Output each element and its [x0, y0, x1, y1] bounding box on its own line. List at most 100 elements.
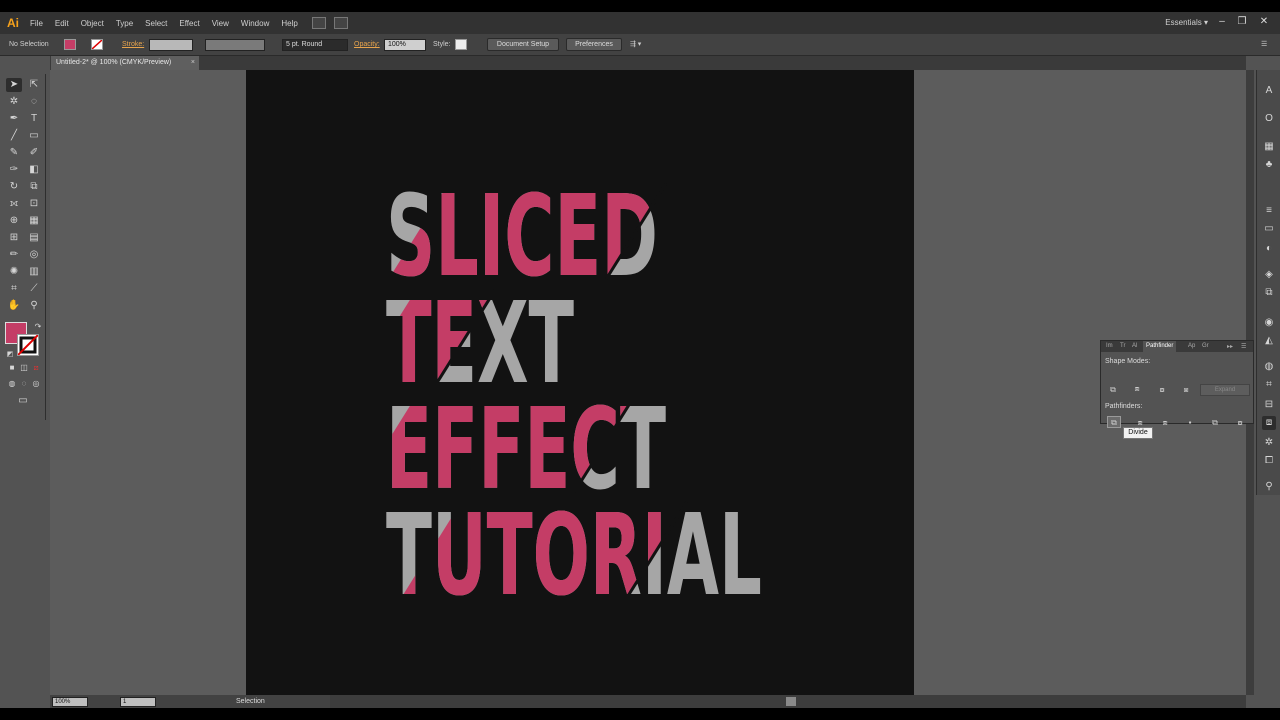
artboard-navigation-field[interactable]: 1: [120, 697, 156, 707]
hand-tool-icon[interactable]: ✋: [6, 299, 22, 313]
graphic-style-swatch[interactable]: [455, 39, 467, 50]
tab-pathfinder[interactable]: Pathfinder: [1143, 341, 1177, 352]
crop-icon[interactable]: ▪: [1183, 417, 1197, 429]
color-guide-panel-icon[interactable]: ◍: [1262, 360, 1276, 374]
variable-width-profile[interactable]: [205, 39, 265, 51]
control-panel-menu-icon[interactable]: ☰: [1261, 39, 1267, 51]
gradient-panel-icon[interactable]: ▭: [1262, 222, 1276, 236]
zoom-field[interactable]: 100%: [52, 697, 88, 707]
document-tab[interactable]: Untitled-2* @ 100% (CMYK/Preview) ×: [51, 56, 199, 70]
workspace-switcher[interactable]: Essentials ▾: [1165, 18, 1208, 27]
eraser-icon[interactable]: ◧: [26, 163, 42, 177]
tab-appearance[interactable]: Ap: [1188, 343, 1195, 349]
restore-button[interactable]: ❐: [1232, 15, 1252, 29]
tab-transform[interactable]: Tr: [1120, 343, 1125, 349]
artboard-tool-icon[interactable]: ⌗: [6, 282, 22, 296]
swatches-panel-icon[interactable]: ▦: [1262, 140, 1276, 154]
horizontal-scrollbar[interactable]: [330, 695, 1246, 708]
stroke-label[interactable]: Stroke:: [122, 39, 144, 51]
menu-edit[interactable]: Edit: [49, 19, 75, 28]
exclude-icon[interactable]: ⧆: [1179, 384, 1193, 396]
menu-help[interactable]: Help: [275, 19, 303, 28]
align-panel-icon[interactable]: ⊟: [1262, 398, 1276, 412]
minus-back-icon[interactable]: ⧇: [1233, 417, 1247, 429]
symbols-panel-icon[interactable]: ✲: [1262, 436, 1276, 450]
appearance-panel-icon[interactable]: ◉: [1262, 316, 1276, 330]
transform-panel-icon[interactable]: ⌗: [1262, 378, 1276, 392]
fill-swatch[interactable]: [64, 39, 76, 50]
merge-icon[interactable]: ⧈: [1158, 417, 1172, 429]
swap-fill-stroke-icon[interactable]: ↷: [30, 320, 46, 334]
paintbrush-icon[interactable]: ✎: [6, 146, 22, 160]
draw-inside-icon[interactable]: ◎: [28, 377, 44, 391]
horizontal-scroll-thumb[interactable]: [786, 697, 796, 706]
unite-icon[interactable]: ⧉: [1106, 384, 1120, 396]
preferences-button[interactable]: Preferences: [566, 38, 622, 51]
tab-image-trace[interactable]: Im: [1106, 343, 1113, 349]
stroke-swatch[interactable]: [91, 39, 103, 50]
expand-button[interactable]: Expand: [1200, 384, 1250, 396]
selection-tool-icon[interactable]: ➤: [6, 78, 22, 92]
symbol-sprayer-icon[interactable]: ✺: [6, 265, 22, 279]
tab-graphic-styles[interactable]: Gr: [1202, 343, 1209, 349]
close-document-icon[interactable]: ×: [191, 56, 195, 70]
menu-object[interactable]: Object: [75, 19, 110, 28]
direct-selection-tool-icon[interactable]: ⇱: [26, 78, 42, 92]
lasso-icon[interactable]: ◌: [26, 95, 42, 109]
magic-wand-icon[interactable]: ✲: [6, 95, 22, 109]
pencil-icon[interactable]: ✐: [26, 146, 42, 160]
artboards-panel-icon[interactable]: ⧉: [1262, 286, 1276, 300]
navigator-panel-icon[interactable]: ⚲: [1262, 480, 1276, 494]
menu-view[interactable]: View: [206, 19, 235, 28]
stroke-panel-icon[interactable]: ≡: [1262, 204, 1276, 218]
none-mode-icon[interactable]: ⧄: [28, 361, 44, 375]
rotate-tool-icon[interactable]: ↻: [6, 180, 22, 194]
rectangle-tool-icon[interactable]: ▭: [26, 129, 42, 143]
graphic-styles-panel-icon[interactable]: ◭: [1262, 334, 1276, 348]
pen-tool-icon[interactable]: ✒: [6, 112, 22, 126]
free-transform-icon[interactable]: ⊡: [26, 197, 42, 211]
menu-select[interactable]: Select: [139, 19, 173, 28]
layers-panel-icon[interactable]: ◈: [1262, 268, 1276, 282]
tab-align[interactable]: Al: [1132, 343, 1137, 349]
graph-tool-icon[interactable]: ▥: [26, 265, 42, 279]
outline-icon[interactable]: ⧉: [1208, 417, 1222, 429]
stroke-weight-field[interactable]: [149, 39, 193, 51]
brush-definition[interactable]: 5 pt. Round: [282, 39, 348, 51]
pathfinder-panel-icon[interactable]: ⧈: [1262, 416, 1276, 430]
blend-tool-icon[interactable]: ◎: [26, 248, 42, 262]
mesh-tool-icon[interactable]: ⊞: [6, 231, 22, 245]
menu-type[interactable]: Type: [110, 19, 139, 28]
links-panel-icon[interactable]: ⧠: [1262, 454, 1276, 468]
menu-effect[interactable]: Effect: [173, 19, 205, 28]
screen-mode-icon[interactable]: ▭: [15, 394, 31, 408]
minimize-button[interactable]: –: [1212, 15, 1232, 29]
arrange-documents-icon[interactable]: [333, 17, 348, 29]
default-fill-stroke-icon[interactable]: ◩: [2, 348, 18, 362]
scale-tool-icon[interactable]: ⧉: [26, 180, 42, 194]
sliced-text-artwork[interactable]: SLICEDSLICEDTEXTTEXTEFFECTEFFECTTUTORIAL…: [246, 70, 914, 695]
eyedropper-icon[interactable]: ✏: [6, 248, 22, 262]
bridge-icon[interactable]: [311, 17, 326, 29]
perspective-grid-icon[interactable]: ▦: [26, 214, 42, 228]
opentype-panel-icon[interactable]: O: [1262, 112, 1276, 126]
slice-tool-icon[interactable]: ⟋: [26, 282, 42, 296]
artboard[interactable]: SLICED SLICED TEXT TEXT EFFECT EFFECT TUTORIAL…: [246, 70, 914, 695]
stroke-color-box[interactable]: [17, 334, 39, 356]
intersect-icon[interactable]: ⧇: [1155, 384, 1169, 396]
width-tool-icon[interactable]: ⟗: [6, 197, 22, 211]
opacity-label[interactable]: Opacity:: [354, 39, 380, 51]
close-window-button[interactable]: ✕: [1254, 15, 1274, 29]
menu-window[interactable]: Window: [235, 19, 275, 28]
transparency-panel-icon[interactable]: ◐: [1262, 242, 1276, 256]
type-tool-icon[interactable]: T: [26, 112, 42, 126]
blob-brush-icon[interactable]: ✑: [6, 163, 22, 177]
align-options-icon[interactable]: ⇶ ▾: [630, 39, 641, 51]
zoom-tool-icon[interactable]: ⚲: [26, 299, 42, 313]
line-tool-icon[interactable]: ╱: [6, 129, 22, 143]
collapse-panel-icon[interactable]: ▸▸: [1227, 343, 1233, 350]
shape-builder-icon[interactable]: ⊕: [6, 214, 22, 228]
opacity-field[interactable]: 100%: [384, 39, 426, 51]
character-panel-icon[interactable]: A: [1262, 84, 1276, 98]
canvas-area[interactable]: SLICED SLICED TEXT TEXT EFFECT EFFECT TUTORIAL…: [50, 70, 1246, 695]
